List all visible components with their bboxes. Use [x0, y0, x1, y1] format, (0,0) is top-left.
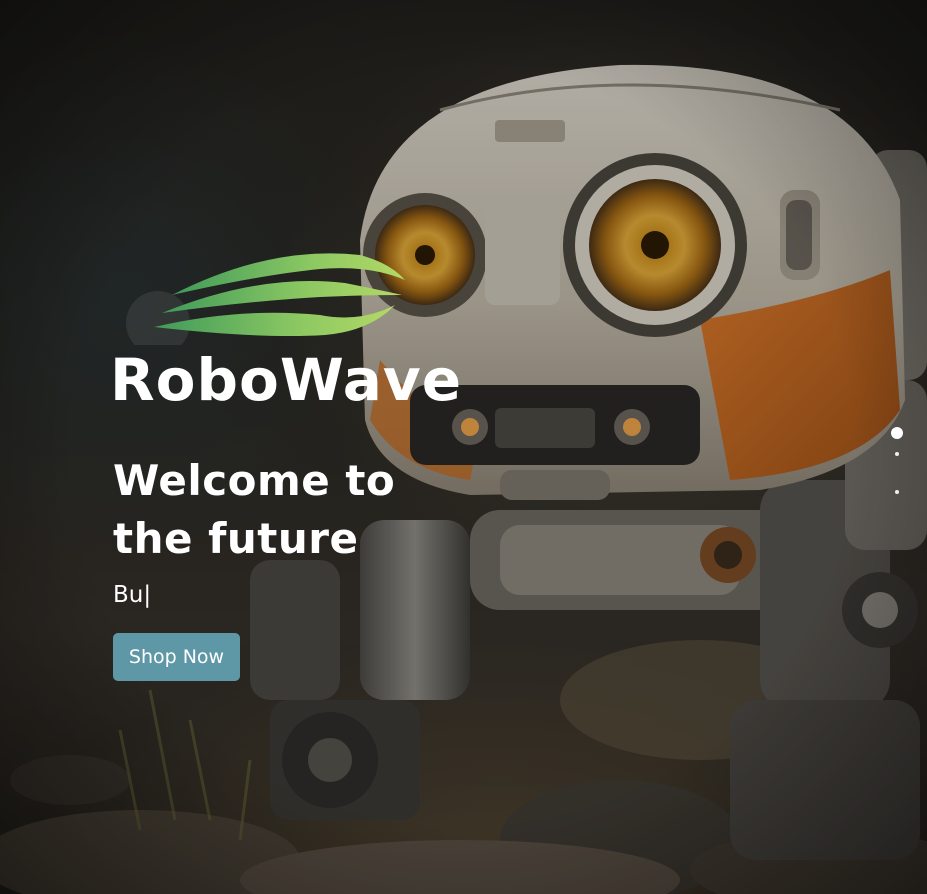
brand-name: RoboWave [110, 346, 463, 414]
slider-dot-active[interactable] [891, 427, 903, 439]
slider-indicators [890, 427, 904, 497]
hero-headline: Welcome to the future [113, 456, 396, 563]
wave-logo-icon [126, 253, 405, 345]
hero-section: RoboWave Welcome to the future Bu| Shop … [0, 0, 927, 894]
typing-cursor: | [143, 582, 152, 608]
slider-dot[interactable] [895, 452, 899, 456]
slider-dot[interactable] [895, 490, 899, 494]
typed-text: Bu| [113, 579, 151, 611]
typed-text-value: Bu [113, 582, 144, 608]
shop-now-button[interactable]: Shop Now [113, 633, 240, 681]
robot-background-image [0, 0, 927, 894]
